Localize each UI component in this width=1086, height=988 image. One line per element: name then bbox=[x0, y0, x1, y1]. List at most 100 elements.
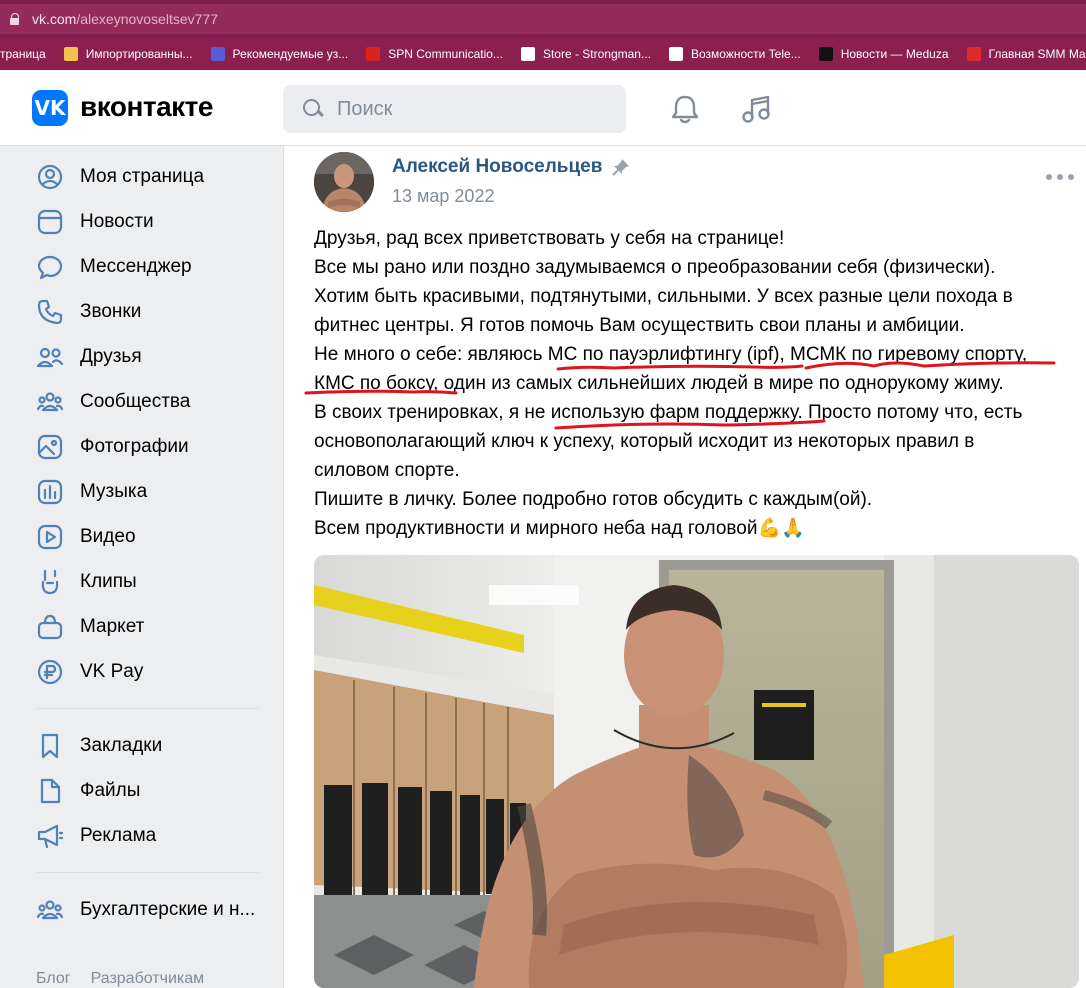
footer-link-developers[interactable]: Разработчикам bbox=[91, 970, 205, 988]
post-text-line: В своих тренировках, я не использую фарм… bbox=[314, 402, 1023, 423]
sidebar-item[interactable]: Друзья bbox=[0, 334, 283, 379]
footer-link-blog[interactable]: Блог bbox=[36, 970, 71, 988]
sidebar-item-label: Закладки bbox=[80, 734, 163, 756]
vk-header: VK вконтакте Поиск bbox=[0, 70, 1086, 146]
url-text: vk.com/alexeynovoseltsev777 bbox=[32, 11, 218, 27]
sidebar-divider bbox=[36, 708, 259, 709]
sidebar-item[interactable]: Звонки bbox=[0, 289, 283, 334]
bookmark-item[interactable]: Store - Strongman... bbox=[520, 47, 651, 61]
sidebar-item-label: Фотографии bbox=[80, 435, 189, 457]
sidebar-item[interactable]: Фотографии bbox=[0, 424, 283, 469]
spn-icon bbox=[366, 47, 381, 61]
sidebar-item[interactable]: Маркет bbox=[0, 604, 283, 649]
sidebar-item-label: Мессенджер bbox=[80, 255, 192, 277]
post-text-line: Не много о себе: являюсь МС по пауэрлифт… bbox=[314, 344, 1028, 365]
post-text-line: Все мы рано или поздно задумываемся о пр… bbox=[314, 257, 996, 278]
sidebar-item[interactable]: Моя страница bbox=[0, 154, 283, 199]
music-icon bbox=[36, 478, 64, 506]
bookmark-icon bbox=[36, 732, 64, 760]
search-icon bbox=[210, 47, 225, 61]
news-icon bbox=[36, 208, 64, 236]
bookmark-label: Рекомендуемые уз... bbox=[232, 47, 349, 61]
sidebar-item[interactable]: Клипы bbox=[0, 559, 283, 604]
sidebar-divider bbox=[36, 872, 259, 873]
video-icon bbox=[36, 523, 64, 551]
bookmark-item[interactable]: Рекомендуемые уз... bbox=[210, 47, 349, 61]
file-icon bbox=[36, 777, 64, 805]
communities-icon bbox=[36, 388, 64, 416]
search-icon bbox=[303, 99, 323, 119]
store-icon bbox=[520, 47, 535, 61]
sidebar-item-label: Реклама bbox=[80, 824, 157, 846]
search-input[interactable]: Поиск bbox=[283, 85, 626, 133]
bookmark-label: Store - Strongman... bbox=[542, 47, 651, 61]
sidebar-item[interactable]: Реклама bbox=[0, 813, 283, 858]
sidebar-item-label: Файлы bbox=[80, 779, 141, 801]
bookmark-label: Возможности Tele... bbox=[690, 47, 801, 61]
left-sidebar: Моя страница Новости Мессенджер Звонки Друзь… bbox=[0, 146, 283, 988]
bookmark-item[interactable]: SPN Communicatio... bbox=[366, 47, 503, 61]
sidebar-item-label: Моя страница bbox=[80, 165, 205, 187]
bookmark-label: траница bbox=[0, 47, 46, 61]
photo-icon bbox=[36, 433, 64, 461]
search-placeholder: Поиск bbox=[337, 97, 393, 120]
post-date[interactable]: 13 мар 2022 bbox=[392, 186, 494, 207]
vk-logo-icon[interactable]: VK bbox=[32, 90, 68, 126]
post-text-line: основополагающий ключ к успеху, который … bbox=[314, 431, 975, 452]
post-text-line: Всем продуктивности и мирного неба над г… bbox=[314, 518, 805, 539]
sidebar-item-label: Маркет bbox=[80, 615, 145, 637]
logo-text[interactable]: вконтакте bbox=[80, 91, 213, 123]
bookmark-item[interactable]: Новости — Meduza bbox=[818, 47, 949, 61]
post-text-line: Пишите в личку. Более подробно готов обс… bbox=[314, 489, 873, 510]
sidebar-item[interactable]: VK Pay bbox=[0, 649, 283, 694]
bell-icon[interactable] bbox=[668, 92, 702, 126]
wall-post: Алексей Новосельцев 13 мар 2022 Друзья, … bbox=[283, 146, 1086, 988]
lock-icon bbox=[10, 13, 20, 25]
message-icon bbox=[36, 253, 64, 281]
bookmark-label: Импортированны... bbox=[85, 47, 193, 61]
communities-icon bbox=[36, 896, 64, 924]
music-note-icon[interactable] bbox=[740, 92, 774, 126]
post-text-line: КМС по боксу, один из самых сильнейших л… bbox=[314, 373, 1004, 394]
bookmarks-bar: траница Импортированны... Рекомендуемые уз… bbox=[0, 38, 1086, 70]
bookmark-item[interactable]: Возможности Tele... bbox=[668, 47, 801, 61]
sidebar-item-label: Друзья bbox=[80, 345, 142, 367]
clips-icon bbox=[36, 568, 64, 596]
bookmark-item[interactable]: Главная SMM Map... bbox=[966, 47, 1086, 61]
sidebar-item[interactable]: Сообщества bbox=[0, 379, 283, 424]
post-text-line: фитнес центры. Я готов помочь Вам осущес… bbox=[314, 315, 965, 336]
phone-icon bbox=[36, 298, 64, 326]
sidebar-item[interactable]: Бухгалтерские и н... bbox=[0, 887, 283, 932]
bookmark-label: Главная SMM Map... bbox=[988, 47, 1086, 61]
folder-icon bbox=[63, 47, 78, 61]
sidebar-item-label: Сообщества bbox=[80, 390, 191, 412]
t-icon bbox=[668, 47, 683, 61]
sidebar-item-label: Бухгалтерские и н... bbox=[80, 898, 256, 920]
sidebar-footer: Блог Разработчикам bbox=[36, 970, 204, 988]
bookmark-item[interactable]: траница bbox=[0, 47, 46, 61]
sidebar-item[interactable]: Музыка bbox=[0, 469, 283, 514]
more-options-icon[interactable] bbox=[1046, 172, 1074, 182]
sidebar-item[interactable]: Мессенджер bbox=[0, 244, 283, 289]
sidebar-item[interactable]: Закладки bbox=[0, 723, 283, 768]
sidebar-item[interactable]: Файлы bbox=[0, 768, 283, 813]
bookmark-label: SPN Communicatio... bbox=[388, 47, 503, 61]
post-text-line: Друзья, рад всех приветствовать у себя н… bbox=[314, 228, 785, 249]
vkpay-icon bbox=[36, 658, 64, 686]
meduza-icon bbox=[818, 47, 833, 61]
sidebar-item-label: VK Pay bbox=[80, 660, 144, 682]
post-author[interactable]: Алексей Новосельцев bbox=[392, 156, 630, 178]
sidebar-item[interactable]: Новости bbox=[0, 199, 283, 244]
pin-icon bbox=[612, 159, 630, 176]
sidebar-item-label: Новости bbox=[80, 210, 154, 232]
sidebar-item-label: Видео bbox=[80, 525, 136, 547]
sidebar-item[interactable]: Видео bbox=[0, 514, 283, 559]
sidebar-item-label: Клипы bbox=[80, 570, 137, 592]
post-photo[interactable] bbox=[314, 555, 1079, 988]
url-field[interactable]: vk.com/alexeynovoseltsev777 bbox=[0, 4, 1086, 34]
market-icon bbox=[36, 613, 64, 641]
bookmark-item[interactable]: Импортированны... bbox=[63, 47, 193, 61]
smm-icon bbox=[966, 47, 981, 61]
avatar[interactable] bbox=[314, 152, 374, 212]
friends-icon bbox=[36, 343, 64, 371]
